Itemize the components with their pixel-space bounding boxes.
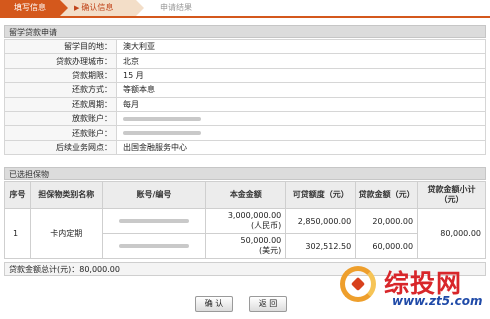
branch-label: 后续业务网点： xyxy=(4,139,117,156)
form-row: 还款周期： 每月 xyxy=(4,96,486,112)
principal-cell: 3,000,000.00 (人民币) xyxy=(205,208,287,234)
form-row: 贷款办理城市： 北京 xyxy=(4,53,486,69)
col-loan-amount: 贷款金额（元） xyxy=(355,181,419,209)
watermark-logo-icon xyxy=(340,266,376,302)
principal-cell: 50,000.00 (美元) xyxy=(205,233,287,259)
steps-divider xyxy=(0,16,490,18)
seq-cell: 1 xyxy=(4,208,31,259)
form-row: 还款方式： 等额本息 xyxy=(4,82,486,98)
step-result: 申请结果 xyxy=(160,3,192,12)
principal-amount: 3,000,000.00 xyxy=(227,211,282,220)
col-principal: 本金金额 xyxy=(205,181,287,209)
term-label: 贷款期限： xyxy=(4,67,117,84)
loan-amount-cell: 20,000.00 xyxy=(355,208,419,234)
principal-currency: (人民币) xyxy=(251,221,282,230)
progress-steps: 填写信息 ▶ 确认信息 申请结果 xyxy=(0,0,490,16)
masked-account-number xyxy=(123,131,201,136)
col-account: 账号/编号 xyxy=(101,181,207,209)
watermark-url: www.zt5.com xyxy=(392,294,483,308)
col-seq: 序号 xyxy=(4,181,31,209)
repay-account-value xyxy=(116,125,486,141)
collateral-section-title: 已选担保物 xyxy=(4,167,486,180)
collateral-header-row: 序号 担保物类别名称 账号/编号 本金金额 可贷额度（元） 贷款金额（元） 贷款… xyxy=(4,181,486,209)
type-cell: 卡内定期 xyxy=(29,208,103,259)
form-row: 留学目的地： 澳大利亚 xyxy=(4,38,486,55)
loan-amount-cell: 60,000.00 xyxy=(355,233,419,259)
available-cell: 2,850,000.00 xyxy=(285,208,357,234)
form-row: 后续业务网点： 出国金融服务中心 xyxy=(4,139,486,156)
collateral-table: 序号 担保物类别名称 账号/编号 本金金额 可贷额度（元） 贷款金额（元） 贷款… xyxy=(4,181,486,259)
back-button[interactable]: 返 回 xyxy=(249,296,287,312)
step-confirm-info: ▶ 确认信息 xyxy=(60,0,144,16)
confirm-button[interactable]: 确 认 xyxy=(195,296,233,312)
form-row: 贷款期限： 15 月 xyxy=(4,67,486,84)
destination-label: 留学目的地： xyxy=(4,38,117,55)
city-label: 贷款办理城市： xyxy=(4,53,117,69)
repay-account-label: 还款账户： xyxy=(4,125,117,141)
col-available: 可贷额度（元） xyxy=(285,181,357,209)
repay-cycle-label: 还款周期： xyxy=(4,96,117,112)
col-subtotal: 贷款金额小计（元） xyxy=(417,181,486,209)
principal-amount: 50,000.00 xyxy=(240,236,282,245)
city-value: 北京 xyxy=(116,53,486,69)
masked-account-number xyxy=(118,244,189,248)
account-cell xyxy=(101,233,207,259)
principal-currency: (美元) xyxy=(259,246,282,255)
loan-info-table: 留学目的地： 澳大利亚 贷款办理城市： 北京 贷款期限： 15 月 还款方式： … xyxy=(4,38,486,156)
play-arrow-icon: ▶ xyxy=(74,4,80,12)
repay-method-label: 还款方式： xyxy=(4,82,117,98)
site-watermark: 综投网 www.zt5.com xyxy=(326,262,490,319)
step-confirm-label: 确认信息 xyxy=(81,3,114,12)
masked-account-number xyxy=(118,219,189,223)
col-type: 担保物类别名称 xyxy=(29,181,103,209)
step-fill-info: 填写信息 xyxy=(0,0,68,16)
masked-account-number xyxy=(123,116,201,121)
table-row: 1 卡内定期 3,000,000.00 (人民币) 2,850,000.00 2… xyxy=(4,208,486,259)
form-row: 放款账户： xyxy=(4,110,486,127)
available-cell: 302,512.50 xyxy=(285,233,357,259)
subtotal-cell: 80,000.00 xyxy=(417,208,486,259)
destination-value: 澳大利亚 xyxy=(116,38,486,55)
disburse-account-label: 放款账户： xyxy=(4,110,117,127)
loan-section-title: 留学贷款申请 xyxy=(4,25,486,38)
repay-method-value: 等额本息 xyxy=(116,82,486,98)
term-value: 15 月 xyxy=(116,67,486,84)
branch-value: 出国金融服务中心 xyxy=(116,139,486,156)
form-row: 还款账户： xyxy=(4,125,486,141)
repay-cycle-value: 每月 xyxy=(116,96,486,112)
account-cell xyxy=(101,208,207,234)
disburse-account-value xyxy=(116,110,486,127)
